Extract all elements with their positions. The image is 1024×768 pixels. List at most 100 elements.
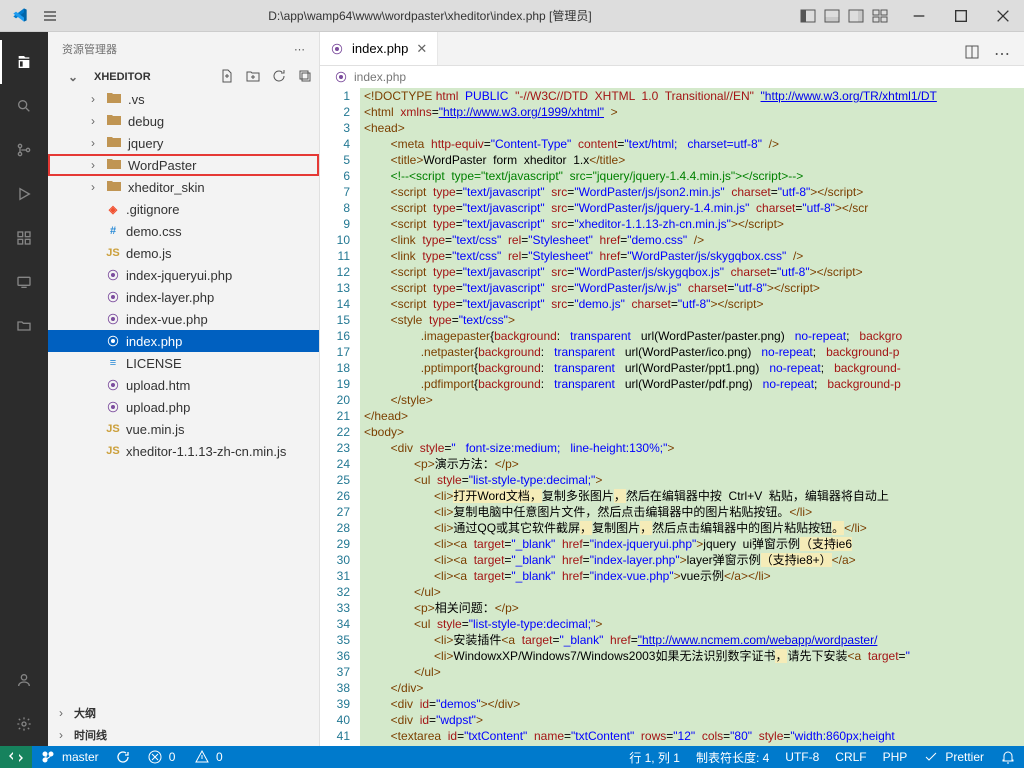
refresh-icon[interactable]: [271, 68, 287, 87]
tree-item-label: jquery: [128, 136, 163, 151]
project-name: XHEDITOR: [94, 71, 151, 83]
tab-index-php[interactable]: ⦿ index.php ✕: [320, 32, 438, 65]
activity-settings[interactable]: [0, 702, 48, 746]
status-encoding[interactable]: UTF-8: [777, 746, 827, 768]
activity-search[interactable]: [0, 84, 48, 128]
folder-wordpaster[interactable]: ›WordPaster: [48, 154, 319, 176]
outline-section[interactable]: ›大纲: [48, 702, 319, 724]
folder-icon: [106, 134, 122, 153]
file-index-layer.php[interactable]: ›⦿index-layer.php: [48, 286, 319, 308]
window-title: D:\app\wamp64\www\wordpaster\xheditor\in…: [70, 7, 790, 24]
layout-grid-icon[interactable]: [872, 8, 888, 24]
layout-left-icon[interactable]: [800, 8, 816, 24]
status-problems[interactable]: 0 0: [139, 746, 231, 768]
activity-extensions[interactable]: [0, 216, 48, 260]
tree-item-label: .gitignore: [126, 202, 179, 217]
folder-icon: [106, 90, 122, 109]
status-prettier[interactable]: Prettier: [915, 746, 992, 768]
folder-icon: [106, 156, 122, 175]
minimize-button[interactable]: [898, 0, 940, 32]
file-type-icon: ≡: [106, 357, 120, 369]
file-type-icon: JS: [106, 247, 120, 259]
file-demo.js[interactable]: ›JSdemo.js: [48, 242, 319, 264]
file-index.php[interactable]: ›⦿index.php: [48, 330, 319, 352]
breadcrumb[interactable]: ⦿ index.php: [320, 66, 1024, 88]
tree-item-label: LICENSE: [126, 356, 182, 371]
sidebar-title: 资源管理器: [62, 41, 117, 57]
layout-right-icon[interactable]: [848, 8, 864, 24]
vscode-logo-icon: [12, 7, 30, 25]
file-type-icon: ⦿: [106, 333, 120, 349]
sidebar-more-icon[interactable]: ⋯: [294, 43, 305, 56]
file-demo.css[interactable]: ›#demo.css: [48, 220, 319, 242]
activity-folder[interactable]: [0, 304, 48, 348]
tree-item-label: xheditor-1.1.13-zh-cn.min.js: [126, 444, 286, 459]
folder-icon: [106, 178, 122, 197]
more-tab-actions-icon[interactable]: ⋯: [994, 44, 1010, 65]
php-file-icon: ⦿: [330, 41, 344, 57]
file-upload.htm[interactable]: ›⦿upload.htm: [48, 374, 319, 396]
tree-item-label: vue.min.js: [126, 422, 185, 437]
title-bar: D:\app\wamp64\www\wordpaster\xheditor\in…: [0, 0, 1024, 32]
file-type-icon: ◈: [106, 203, 120, 216]
new-file-icon[interactable]: [219, 68, 235, 87]
file-index-jqueryui.php[interactable]: ›⦿index-jqueryui.php: [48, 264, 319, 286]
folder-.vs[interactable]: ›.vs: [48, 88, 319, 110]
file-vue.min.js[interactable]: ›JSvue.min.js: [48, 418, 319, 440]
code-editor[interactable]: 1234567891011121314151617181920212223242…: [320, 88, 1024, 746]
maximize-button[interactable]: [940, 0, 982, 32]
activity-remote-explorer[interactable]: [0, 260, 48, 304]
tree-item-label: upload.php: [126, 400, 190, 415]
tree-item-label: index.php: [126, 334, 182, 349]
folder-xheditor_skin[interactable]: ›xheditor_skin: [48, 176, 319, 198]
menu-icon[interactable]: [42, 8, 58, 24]
project-header[interactable]: ⌄ XHEDITOR: [48, 66, 319, 88]
remote-indicator[interactable]: [0, 746, 32, 768]
file-upload.php[interactable]: ›⦿upload.php: [48, 396, 319, 418]
file-type-icon: JS: [106, 445, 120, 457]
status-cursor-position[interactable]: 行 1, 列 1: [621, 746, 688, 768]
tree-item-label: .vs: [128, 92, 145, 107]
tree-item-label: demo.js: [126, 246, 172, 261]
file-license[interactable]: ›≡LICENSE: [48, 352, 319, 374]
activity-account[interactable]: [0, 658, 48, 702]
activity-explorer[interactable]: [0, 40, 48, 84]
file-type-icon: ⦿: [106, 399, 120, 415]
status-notifications-icon[interactable]: [992, 746, 1024, 768]
timeline-section[interactable]: ›时间线: [48, 724, 319, 746]
tree-item-label: index-vue.php: [126, 312, 208, 327]
tab-label: index.php: [352, 41, 408, 56]
file-type-icon: ⦿: [106, 311, 120, 327]
editor-area: ⦿ index.php ✕ ⋯ ⦿ index.php 123456789101…: [320, 32, 1024, 746]
file-index-vue.php[interactable]: ›⦿index-vue.php: [48, 308, 319, 330]
status-sync[interactable]: [107, 746, 139, 768]
status-language[interactable]: PHP: [875, 746, 916, 768]
split-editor-icon[interactable]: [964, 44, 980, 65]
new-folder-icon[interactable]: [245, 68, 261, 87]
status-eol[interactable]: CRLF: [827, 746, 874, 768]
tree-item-label: xheditor_skin: [128, 180, 205, 195]
activity-source-control[interactable]: [0, 128, 48, 172]
file-type-icon: ⦿: [106, 289, 120, 305]
tree-item-label: index-jqueryui.php: [126, 268, 232, 283]
collapse-all-icon[interactable]: [297, 68, 313, 87]
activity-run-debug[interactable]: [0, 172, 48, 216]
status-branch[interactable]: master: [32, 746, 107, 768]
layout-bottom-icon[interactable]: [824, 8, 840, 24]
folder-jquery[interactable]: ›jquery: [48, 132, 319, 154]
close-tab-icon[interactable]: ✕: [416, 41, 427, 57]
explorer-sidebar: 资源管理器 ⋯ ⌄ XHEDITOR ›.vs›debug›jquery›Wor…: [48, 32, 320, 746]
file-type-icon: #: [106, 225, 120, 237]
tree-item-label: upload.htm: [126, 378, 190, 393]
tree-item-label: WordPaster: [128, 158, 196, 173]
status-bar: master 0 0 行 1, 列 1 制表符长度: 4 UTF-8 CRLF …: [0, 746, 1024, 768]
tree-item-label: index-layer.php: [126, 290, 214, 305]
tree-item-label: demo.css: [126, 224, 182, 239]
file-type-icon: ⦿: [106, 267, 120, 283]
folder-debug[interactable]: ›debug: [48, 110, 319, 132]
file-xheditor-1.1.13-zh-cn.min.js[interactable]: ›JSxheditor-1.1.13-zh-cn.min.js: [48, 440, 319, 462]
folder-icon: [106, 112, 122, 131]
close-button[interactable]: [982, 0, 1024, 32]
status-tab-size[interactable]: 制表符长度: 4: [688, 746, 777, 768]
file-.gitignore[interactable]: ›◈.gitignore: [48, 198, 319, 220]
